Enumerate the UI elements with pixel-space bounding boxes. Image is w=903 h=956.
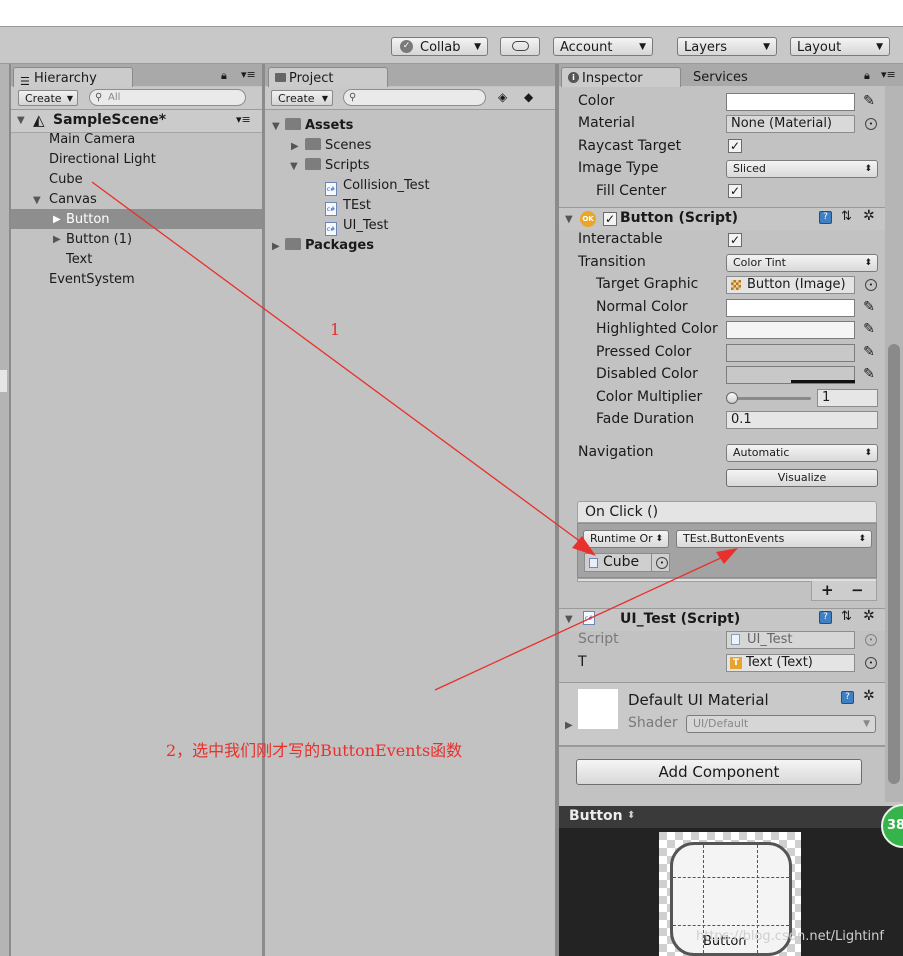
annotation-arrowhead-1 [572,536,596,556]
annotation-arrow-1 [91,181,586,546]
watermark: https://blog.csdn.net/Lightinf [696,929,884,944]
annotation-arrow-2 [434,555,726,691]
annotation-note-2: 2，选中我们刚才写的ButtonEvents函数 [166,741,463,760]
annotation-arrowhead-2 [716,548,738,564]
annotation-overlay [91,181,738,691]
annotation-note-1: 1 [330,320,341,339]
